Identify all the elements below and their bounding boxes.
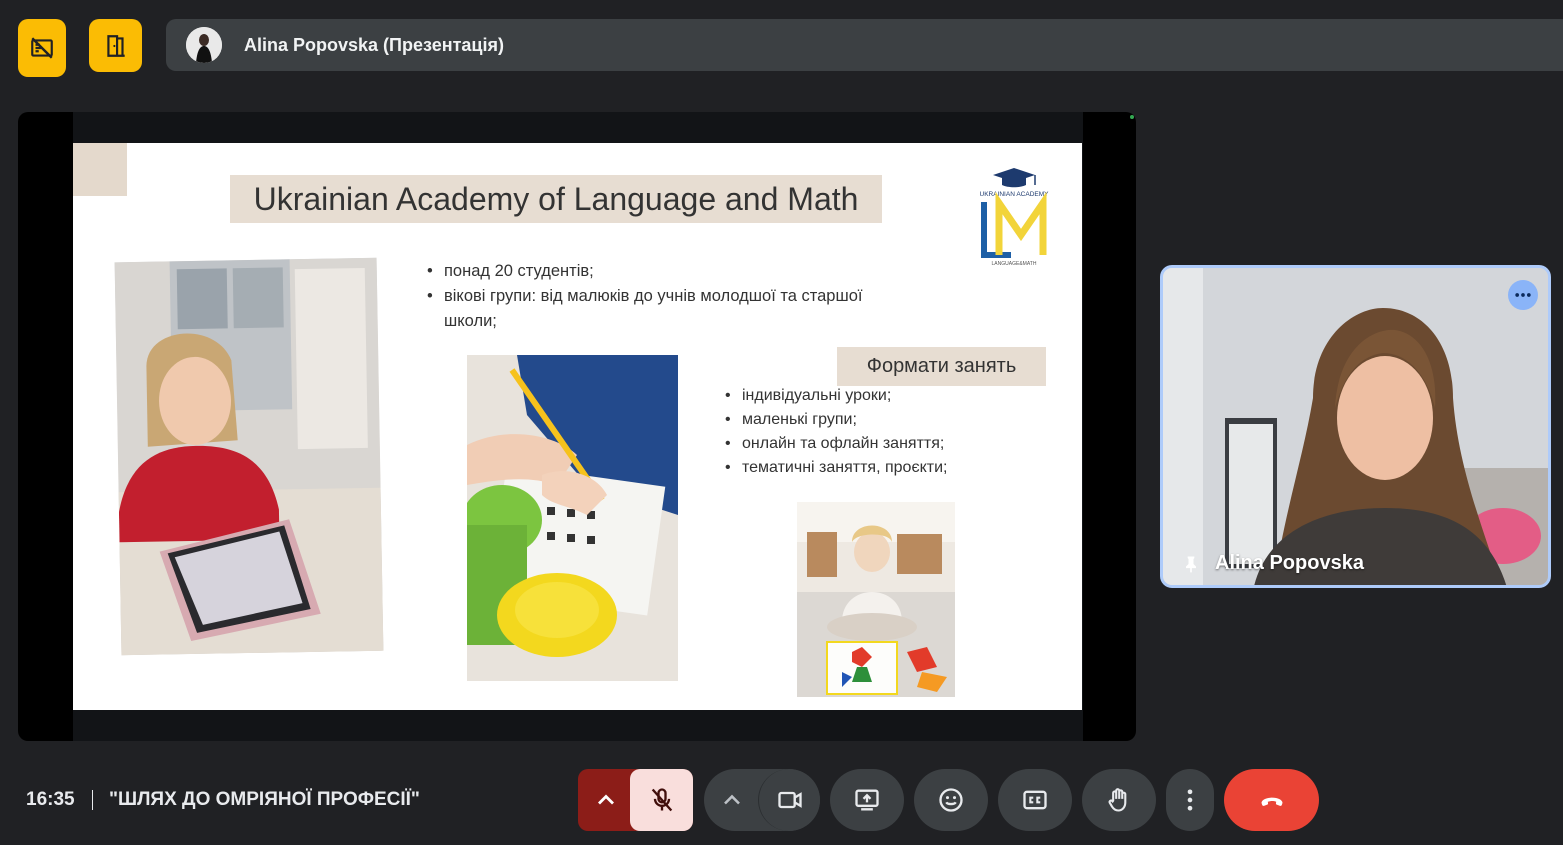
meeting-title: "ШЛЯХ ДО ОМРІЯНОЇ ПРОФЕСІЇ" [109, 789, 420, 810]
participant-name: Alina Popovska [1215, 552, 1364, 574]
presenter-bar: Alina Popovska (Презентація) [166, 19, 1563, 71]
slide-title: Ukrainian Academy of Language and Math [230, 175, 882, 223]
door-icon [106, 34, 125, 57]
raise-hand-button[interactable] [1082, 769, 1156, 831]
clock-time: 16:35 [26, 789, 75, 810]
logo-bottom-text: LANGUAGE&MATH [992, 261, 1037, 267]
more-vertical-icon [1187, 789, 1193, 811]
video-camera-icon [777, 791, 802, 809]
presentation-stage: Ukrainian Academy of Language and Math U… [18, 112, 1136, 741]
presentation-slide: Ukrainian Academy of Language and Math U… [73, 143, 1082, 710]
chevron-up-icon [724, 794, 740, 805]
mic-options-button[interactable] [578, 769, 634, 831]
more-options-button[interactable] [1508, 280, 1538, 310]
captions-button[interactable] [998, 769, 1072, 831]
sign-language-toggle-button[interactable] [18, 19, 66, 77]
hand-icon [1108, 788, 1127, 812]
slide-photo-toddler [797, 502, 955, 697]
logo-top-text: UKRAINIAN ACADEMY [980, 191, 1050, 198]
mic-toggle-button[interactable] [630, 769, 693, 831]
list-item: онлайн та офлайн заняття; [725, 432, 1055, 456]
camera-control-group [704, 769, 820, 831]
formats-list: індивідуальні уроки; маленькі групи; онл… [725, 384, 1055, 480]
more-horizontal-icon [1515, 293, 1531, 297]
list-item: понад 20 студентів; [427, 259, 867, 284]
mic-off-icon [651, 788, 672, 812]
list-item: індивідуальні уроки; [725, 384, 1055, 408]
presenter-name: Alina Popovska (Презентація) [244, 34, 504, 55]
emoji-icon [939, 788, 963, 812]
camera-options-button[interactable] [704, 769, 760, 831]
activity-indicator [1130, 115, 1134, 119]
present-button[interactable] [830, 769, 904, 831]
closed-captions-icon [1023, 790, 1047, 810]
list-item: вікові групи: від малюків до учнів молод… [427, 284, 867, 334]
pin-icon [1186, 556, 1196, 572]
reactions-button[interactable] [914, 769, 988, 831]
divider [92, 790, 93, 810]
no-sign-language-icon [31, 37, 53, 59]
more-options-button[interactable] [1166, 769, 1214, 831]
phone-hangup-icon [1261, 797, 1282, 806]
present-screen-icon [855, 789, 879, 811]
participant-name-row: Alina Popovska [1181, 552, 1364, 575]
slide-photo-girl-tablet [114, 257, 384, 656]
camera-toggle-button[interactable] [758, 769, 820, 831]
slide-bullet-list: понад 20 студентів; вікові групи: від ма… [427, 259, 867, 334]
slide-photo-writing [467, 355, 678, 681]
avatar [186, 27, 222, 63]
chevron-up-icon [598, 794, 614, 805]
formats-heading: Формати занять [837, 347, 1046, 386]
academy-logo: UKRAINIAN ACADEMY LANGUAGE&MATH [971, 165, 1057, 267]
leave-call-button[interactable] [1224, 769, 1319, 831]
mic-control-group [578, 769, 693, 831]
slide-corner-decoration [73, 143, 127, 196]
breakout-rooms-button[interactable] [89, 19, 142, 72]
participant-video-tile[interactable]: Alina Popovska [1160, 265, 1551, 588]
list-item: маленькі групи; [725, 408, 1055, 432]
list-item: тематичні заняття, проєкти; [725, 456, 1055, 480]
